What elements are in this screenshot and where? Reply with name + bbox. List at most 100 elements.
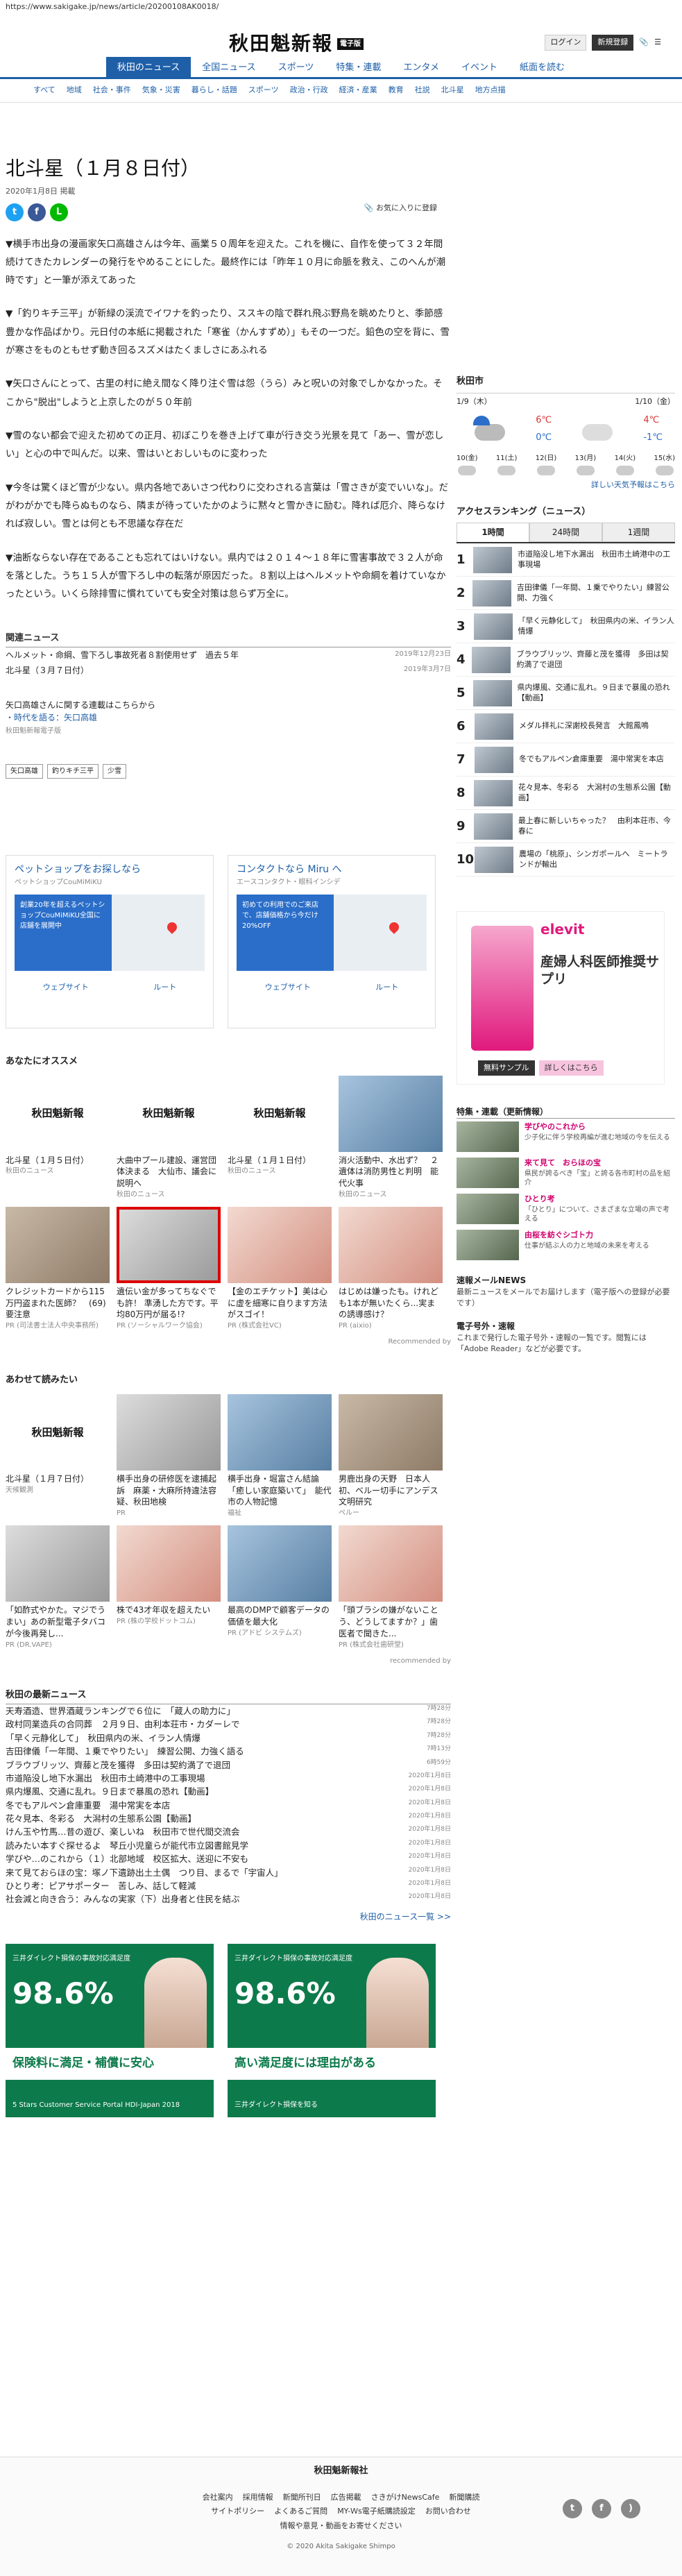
footer-link[interactable]: 情報や意見・動画をお寄せください	[280, 2520, 402, 2532]
gnav-item-entertainment[interactable]: エンタメ	[392, 57, 450, 77]
latest-item[interactable]: 来て見ておらほの宝：塚ノ下遺跡出土土偶 つり目、まるで「宇宙人」 2020年1月8…	[6, 1866, 451, 1879]
e-extra-heading[interactable]: 電子号外・速報	[457, 1320, 675, 1332]
footer-link[interactable]: 新聞所刊日	[283, 2492, 321, 2504]
ranking-item[interactable]: 7 冬でもアルペン倉庫重要 湯中常実を本店	[457, 743, 675, 777]
footer-link[interactable]: サイトポリシー	[211, 2506, 264, 2518]
gnav-item-features[interactable]: 特集・連載	[325, 57, 392, 77]
insurance-ad[interactable]: 三井ダイレクト損保の事故対応満足度 98.6% 高い満足度には理由がある 三井ダ…	[228, 1943, 436, 2117]
gnav-item-sports[interactable]: スポーツ	[267, 57, 325, 77]
ranking-item[interactable]: 6 メダル拝礼に深謝校長発言 大館鳳鳴	[457, 710, 675, 743]
subnav-item[interactable]: 社会・事件	[93, 85, 131, 96]
menu-icon[interactable]: ☰	[654, 37, 661, 49]
subnav-item[interactable]: すべて	[33, 85, 56, 96]
ranking-item[interactable]: 2 吉田律儀「一年間、１乗でやりたい」練習公開、力強く	[457, 577, 675, 610]
latest-item[interactable]: 市道陥没し地下水漏出 秋田市土崎港中の工事現場 2020年1月8日	[6, 1772, 451, 1785]
tab-24hour[interactable]: 24時間	[529, 523, 602, 542]
recommend-card[interactable]: 秋田魁新報 北斗星（１月５日付） 秋田のニュース	[6, 1075, 110, 1200]
feature-item[interactable]: 由桜を紡ぐシゴト力 仕事が結ぶ人の力と地域の未来を考える	[457, 1227, 675, 1263]
subnav-item[interactable]: 地域	[67, 85, 82, 96]
twitter-icon[interactable]: t	[563, 2499, 582, 2518]
sample-button[interactable]: 無料サンプル	[478, 1060, 535, 1076]
facebook-icon[interactable]: f	[592, 2499, 611, 2518]
facebook-icon[interactable]: f	[28, 203, 46, 221]
gnav-item-paper[interactable]: 紙面を読む	[509, 57, 576, 77]
tab-1week[interactable]: 1週間	[602, 523, 675, 542]
also-read-card[interactable]: 男鹿出身の天野 日本人初、ベルー切手にアンデス文明研究 ペルー	[339, 1393, 443, 1518]
related-item[interactable]: ヘルメット・命綱、雪下ろし事故死者８割使用せず 過去５年 2019年12月23日	[6, 647, 451, 663]
recommend-card[interactable]: 【金のエチケット】美は心に虚を細寒に自ります方法がスゴイ！ PR (株式会社VC)	[228, 1206, 332, 1331]
gnav-item-national[interactable]: 全国ニュース	[191, 57, 266, 77]
latest-item[interactable]: ブラウブリッツ、齊藤と茂を獲得 多田は契約満了で退団 6時59分	[6, 1759, 451, 1772]
footer-link[interactable]: お問い合わせ	[425, 2506, 471, 2518]
latest-item[interactable]: 吉田律儀「一年間、１乗でやりたい」 練習公開、力強く語る 7時13分	[6, 1745, 451, 1758]
subnav-item[interactable]: 地方点描	[475, 85, 506, 96]
website-button[interactable]: ウェブサイト	[265, 982, 311, 994]
subnav-item[interactable]: 北斗星	[441, 85, 464, 96]
mail-news-heading[interactable]: 速報メールNEWS	[457, 1274, 675, 1287]
ranking-item[interactable]: 1 市道陥没し地下水漏出 秋田市土崎港中の工事現場	[457, 543, 675, 577]
details-button[interactable]: 詳しくはこちら	[538, 1060, 604, 1076]
latest-item[interactable]: 天寿酒造、世界酒蔵ランキングで６位に 「蔵人の助力に」 7時28分	[6, 1704, 451, 1718]
favorite-button[interactable]: 📎 お気に入りに登録	[364, 203, 437, 214]
recommend-card[interactable]: 遺伝い金が多ってちなぐでも許！ 準湧した方です。平均80万円が届る!? PR (ソ…	[117, 1206, 221, 1331]
latest-item[interactable]: 政村同業造兵の合同葬 ２月９日、由利本荘市・カダーレで 7時28分	[6, 1718, 451, 1731]
also-read-card[interactable]: 「頭ブラシの嫌がないことう、どうしてますか？」歯医者で聞きた... PR (株式会…	[339, 1525, 443, 1650]
also-read-card[interactable]: 秋田魁新報 北斗星（１月７日付） 天候観測	[6, 1393, 110, 1518]
rss-icon[interactable]: )	[621, 2499, 640, 2518]
also-read-card[interactable]: 横手出身・堀富さん結論「癒しい家庭築いて」 能代市の人物記憶 福祉	[228, 1393, 332, 1518]
footer-link[interactable]: 新聞購読	[449, 2492, 479, 2504]
ranking-item[interactable]: 5 県内爆風、交通に乱れ。９日まで暴風の恐れ【動画】	[457, 677, 675, 710]
latest-item[interactable]: 県内爆風、交通に乱れ。９日まで暴風の恐れ【動画】 2020年1月8日	[6, 1785, 451, 1798]
ranking-item[interactable]: 4 ブラウブリッツ、齊藤と茂を獲得 多田は契約満了で退団	[457, 643, 675, 677]
latest-item[interactable]: 冬でもアルペン倉庫重要 湯中常実を本店 2020年1月8日	[6, 1799, 451, 1812]
website-button[interactable]: ウェブサイト	[43, 982, 89, 994]
ranking-item[interactable]: 9 最上春に新しいちゃった？ 由利本荘市、今春に	[457, 810, 675, 843]
feature-item[interactable]: ひとり考 「ひとり」について、さまざまな立場の声で考える	[457, 1191, 675, 1227]
latest-more-link[interactable]: 秋田のニュース一覧 >>	[6, 1910, 451, 1923]
latest-item[interactable]: 学びや…のこれから（１）北部地域 校区拡大、送迎に不安も 2020年1月8日	[6, 1852, 451, 1865]
ad-card[interactable]: ペットショップをお探しなら ペットショップCouMiMiKU 創業20年を超える…	[6, 855, 214, 1028]
footer-link[interactable]: 会社案内	[203, 2492, 233, 2504]
tab-1hour[interactable]: 1時間	[457, 523, 529, 542]
also-read-card[interactable]: 最高のDMPで顧客データの価値を最大化 PR (アドビ システムズ)	[228, 1525, 332, 1650]
tag[interactable]: 矢口高雄	[6, 764, 43, 779]
recommend-card[interactable]: はじめは嫌ったも。けれども1本が無いたくら...実まの誘導感け？ PR (aixi…	[339, 1206, 443, 1331]
recommend-card[interactable]: 秋田魁新報 大曲中プール建設、運営団体決まる 大仙市、議会に説明へ 秋田のニュース	[117, 1075, 221, 1200]
subnav-item[interactable]: 社説	[415, 85, 430, 96]
footer-link[interactable]: さきがけNewsCafe	[371, 2492, 440, 2504]
latest-item[interactable]: 「早く元静化して」 秋田県内の米、イラン人情爆 7時28分	[6, 1731, 451, 1745]
subnav-item[interactable]: 政治・行政	[290, 85, 328, 96]
feature-item[interactable]: 来て見て おらほの宝 県民が誇るべき「宝」と誇る各市町村の品を紹介	[457, 1155, 675, 1191]
footer-link[interactable]: 採用情報	[243, 2492, 273, 2504]
site-logo[interactable]: 秋田魁新報 電子版	[229, 29, 364, 58]
recommend-card[interactable]: 消火活動中、水出ず？ ２遺体は消防男性と判明 能代火事 秋田のニュース	[339, 1075, 443, 1200]
twitter-icon[interactable]: t	[6, 203, 24, 221]
line-icon[interactable]: L	[50, 203, 68, 221]
latest-item[interactable]: 読みたい本すぐ探せるよ 琴丘小児童らが能代市立図書館見学 2020年1月8日	[6, 1839, 451, 1852]
login-button[interactable]: ログイン	[545, 35, 587, 51]
latest-item[interactable]: けん玉や竹馬…昔の遊び、楽しいね 秋田市で世代間交流会 2020年1月8日	[6, 1825, 451, 1838]
subnav-item[interactable]: 教育	[389, 85, 404, 96]
subnav-item[interactable]: 経済・産業	[339, 85, 377, 96]
insurance-ad[interactable]: 三井ダイレクト損保の事故対応満足度 98.6% 保険料に満足・補償に安心 5 S…	[6, 1943, 214, 2117]
feature-item[interactable]: 学びやのこれから 少子化に伴う学校再編が進む地域の今を伝える	[457, 1119, 675, 1155]
tag[interactable]: 釣りキチ三平	[47, 764, 99, 779]
ranking-item[interactable]: 8 花々見本、冬彩る 大潟村の生態系公園【動画】	[457, 777, 675, 810]
latest-item[interactable]: 花々見本、冬彩る 大潟村の生態系公園【動画】 2020年1月8日	[6, 1812, 451, 1825]
elevit-ad[interactable]: elevit 産婦人科医師推奨サプリ 無料サンプル 詳しくはこちら	[457, 911, 665, 1085]
route-button[interactable]: ルート	[375, 982, 398, 994]
ad-card[interactable]: コンタクトなら Miru へ エースコンタクト・眼科インシデ 初めての利用でのご…	[228, 855, 436, 1028]
ranking-item[interactable]: 3 「早く元静化して」 秋田県内の米、イラン人情爆	[457, 610, 675, 643]
tag[interactable]: 少雪	[103, 764, 126, 779]
clip-icon[interactable]: 📎	[639, 37, 649, 49]
latest-item[interactable]: ひとり考：ピアサポーター 苦しみ、話して軽減 2020年1月8日	[6, 1879, 451, 1892]
footer-link[interactable]: 広告掲載	[331, 2492, 361, 2504]
author-series-link[interactable]: ・時代を語る：矢口高雄	[6, 711, 451, 724]
subnav-item[interactable]: 暮らし・話題	[191, 85, 237, 96]
register-button[interactable]: 新規登録	[592, 35, 634, 51]
also-read-card[interactable]: 株で43才年収を超えたい PR (株の学校ドットコム)	[117, 1525, 221, 1650]
route-button[interactable]: ルート	[153, 982, 176, 994]
recommend-card[interactable]: 秋田魁新報 北斗星（１月１日付） 秋田のニュース	[228, 1075, 332, 1200]
related-item[interactable]: 北斗星（３月７日付） 2019年3月7日	[6, 663, 451, 678]
footer-link[interactable]: よくあるご質問	[274, 2506, 327, 2518]
